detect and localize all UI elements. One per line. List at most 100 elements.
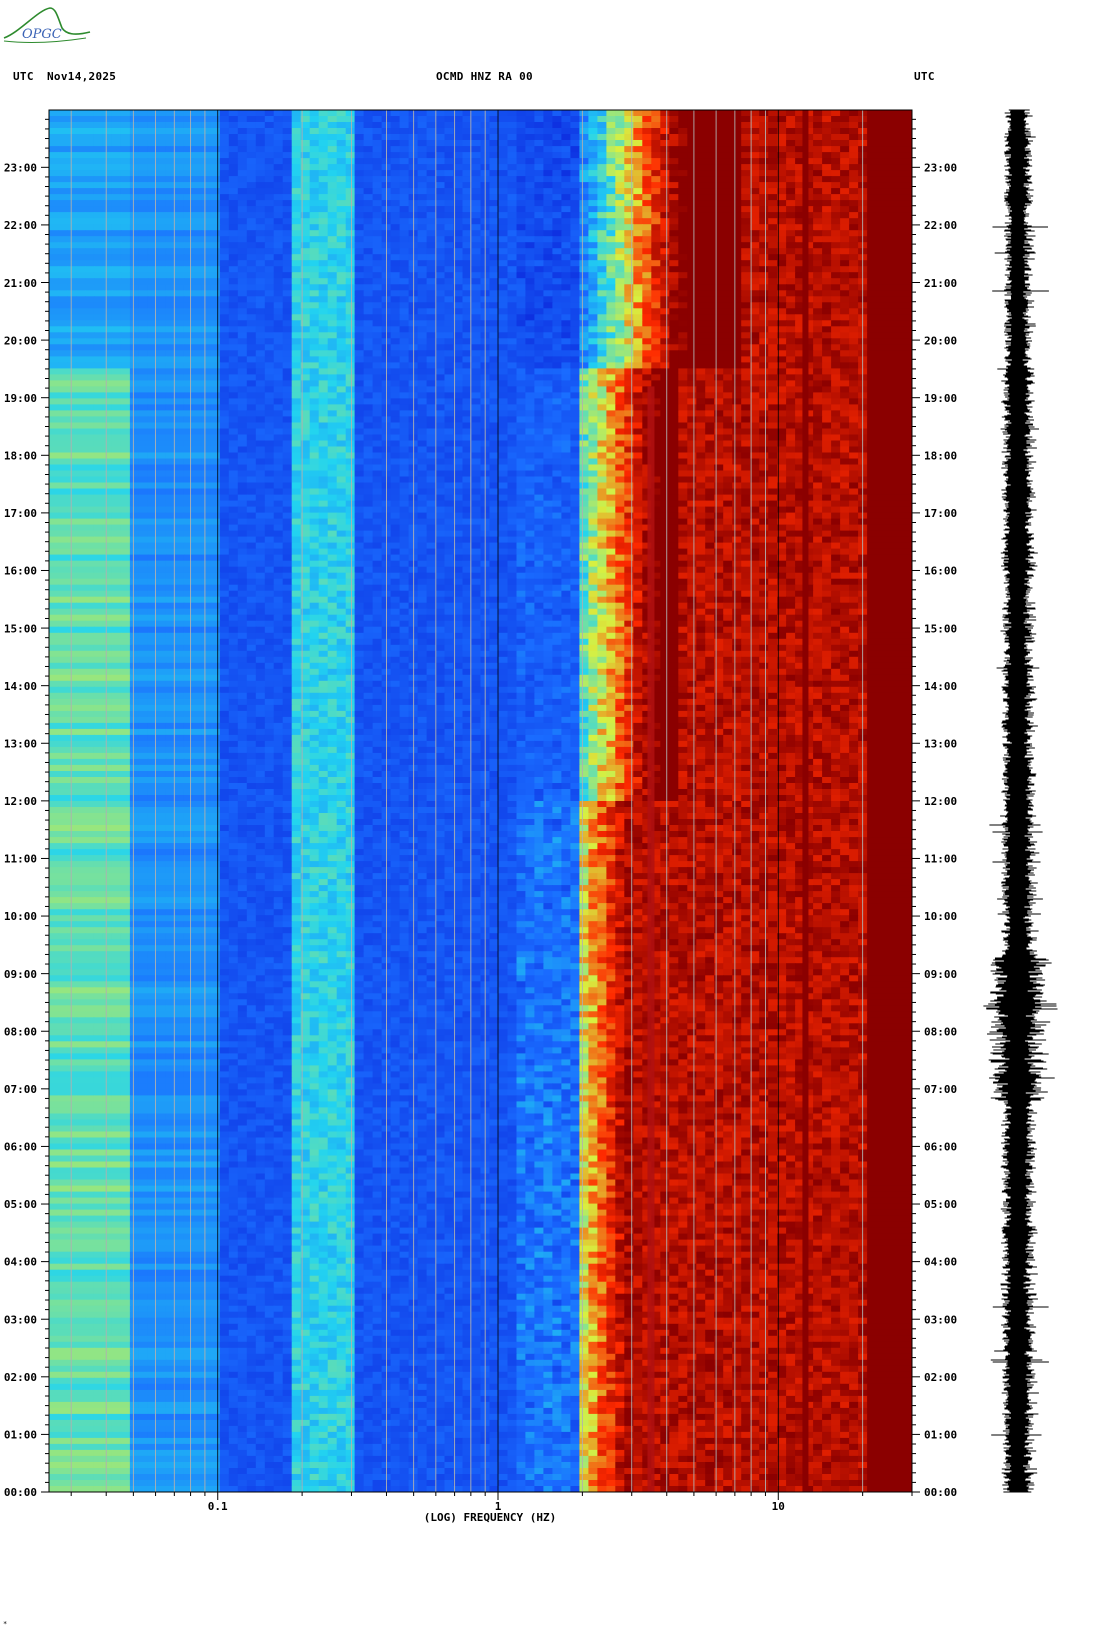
heatmap-cell: [138, 380, 149, 387]
heatmap-cell: [49, 356, 59, 363]
heatmap-cell: [768, 392, 778, 399]
heatmap-cell: [147, 386, 158, 393]
heatmap-cell: [58, 176, 68, 183]
heatmap-cell: [417, 278, 428, 285]
heatmap-cell: [129, 188, 140, 195]
heatmap-cell: [318, 344, 329, 351]
heatmap-cell: [732, 290, 742, 297]
heatmap-cell: [588, 284, 598, 291]
heatmap-cell: [318, 272, 329, 279]
heatmap-cell: [714, 224, 724, 231]
heatmap-cell: [291, 254, 302, 261]
heatmap-cell: [534, 290, 544, 297]
heatmap-cell: [327, 164, 338, 171]
heatmap-cell: [714, 398, 724, 405]
heatmap-cell: [237, 380, 248, 387]
heatmap-cell: [129, 296, 140, 303]
heatmap-cell: [507, 110, 518, 117]
heatmap-cell: [822, 200, 832, 207]
heatmap-cell: [192, 260, 203, 267]
heatmap-cell: [642, 218, 652, 225]
heatmap-cell: [894, 308, 904, 315]
heatmap-cell: [156, 182, 167, 189]
heatmap-cell: [183, 248, 194, 255]
heatmap-cell: [399, 206, 410, 213]
heatmap-cell: [102, 116, 113, 123]
heatmap-cell: [255, 236, 266, 243]
heatmap-cell: [633, 248, 643, 255]
heatmap-cell: [678, 350, 688, 357]
heatmap-cell: [291, 248, 302, 255]
heatmap-cell: [237, 230, 248, 237]
heatmap-cell: [120, 248, 131, 255]
heatmap-cell: [93, 248, 104, 255]
heatmap-cell: [615, 266, 625, 273]
heatmap-cell: [696, 320, 706, 327]
heatmap-cell: [76, 350, 86, 357]
heatmap-cell: [264, 188, 275, 195]
heatmap-cell: [399, 164, 410, 171]
heatmap-cell: [201, 152, 212, 159]
heatmap-cell: [228, 194, 239, 201]
heatmap-cell: [516, 278, 527, 285]
heatmap-cell: [831, 380, 841, 387]
heatmap-cell: [444, 200, 455, 207]
heatmap-cell: [390, 386, 401, 393]
heatmap-cell: [678, 344, 688, 351]
heatmap-cell: [174, 164, 185, 171]
heatmap-cell: [588, 188, 598, 195]
heatmap-cell: [426, 158, 437, 165]
heatmap-cell: [372, 218, 383, 225]
heatmap-cell: [210, 212, 221, 219]
heatmap-cell: [435, 164, 446, 171]
heatmap-cell: [246, 140, 257, 147]
heatmap-cell: [237, 122, 248, 129]
heatmap-cell: [282, 206, 293, 213]
heatmap-cell: [687, 146, 697, 153]
heatmap-cell: [534, 254, 544, 261]
heatmap-cell: [174, 116, 185, 123]
heatmap-cell: [687, 338, 697, 345]
heatmap-cell: [552, 170, 562, 177]
heatmap-cell: [552, 128, 562, 135]
heatmap-cell: [840, 302, 850, 309]
heatmap-cell: [903, 356, 912, 363]
heatmap-cell: [723, 236, 733, 243]
heatmap-cell: [174, 380, 185, 387]
heatmap-cell: [687, 212, 697, 219]
heatmap-cell: [273, 260, 284, 267]
heatmap-cell: [138, 374, 149, 381]
heatmap-cell: [894, 398, 904, 405]
heatmap-cell: [318, 164, 329, 171]
heatmap-cell: [336, 164, 347, 171]
heatmap-cell: [282, 272, 293, 279]
heatmap-cell: [354, 224, 365, 231]
heatmap-cell: [759, 110, 769, 117]
heatmap-cell: [597, 344, 607, 351]
heatmap-cell: [246, 374, 257, 381]
heatmap-cell: [201, 320, 212, 327]
heatmap-cell: [237, 362, 248, 369]
heatmap-cell: [219, 320, 230, 327]
heatmap-cell: [210, 206, 221, 213]
heatmap-cell: [444, 284, 455, 291]
heatmap-cell: [417, 122, 428, 129]
heatmap-cell: [498, 248, 509, 255]
heatmap-cell: [129, 140, 140, 147]
heatmap-cell: [255, 356, 266, 363]
heatmap-cell: [534, 416, 544, 423]
heatmap-cell: [543, 242, 553, 249]
heatmap-cell: [732, 404, 742, 411]
heatmap-cell: [291, 164, 302, 171]
heatmap-cell: [651, 116, 661, 123]
heatmap-cell: [642, 380, 652, 387]
heatmap-cell: [156, 146, 167, 153]
heatmap-cell: [651, 236, 661, 243]
heatmap-cell: [426, 356, 437, 363]
heatmap-cell: [426, 398, 437, 405]
heatmap-cell: [291, 290, 302, 297]
heatmap-cell: [183, 404, 194, 411]
heatmap-cell: [67, 146, 77, 153]
heatmap-cell: [444, 248, 455, 255]
heatmap-cell: [876, 140, 886, 147]
